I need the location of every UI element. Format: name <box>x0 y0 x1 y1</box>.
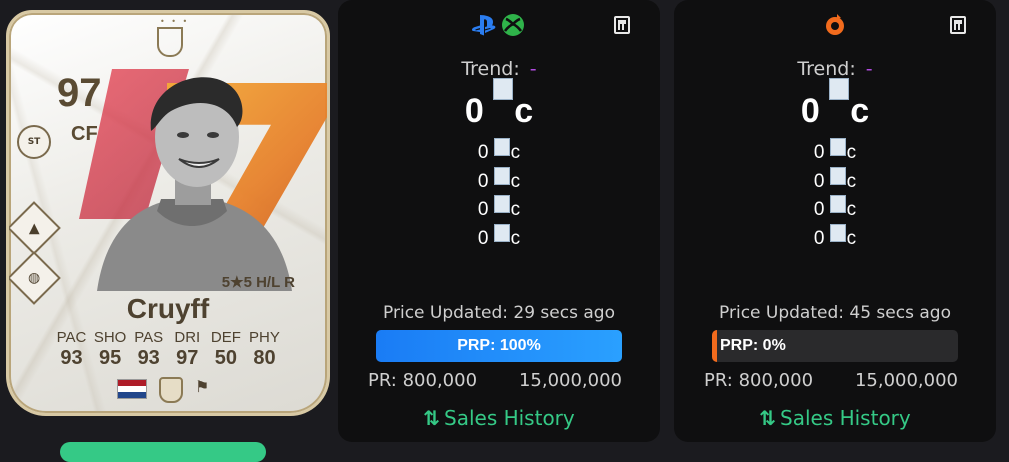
trend-label: Trend: <box>797 58 856 80</box>
trend-row: Trend: - <box>674 58 996 80</box>
prp-progress-bar: PRP: 100% <box>376 330 622 362</box>
coin-icon: c <box>829 138 856 164</box>
stat-values: 93 95 93 97 50 80 <box>53 347 283 370</box>
icon-crest <box>157 27 183 57</box>
stat-labels: PAC SHO PAS DRI DEF PHY <box>53 329 283 346</box>
coin-icon: c <box>493 195 520 221</box>
coin-icon: c <box>829 166 856 193</box>
lowest-price: 0 c <box>338 78 660 131</box>
coin-icon: c <box>829 223 856 250</box>
player-portrait <box>97 77 292 291</box>
coin-icon: c <box>493 78 533 131</box>
price-value: 0 <box>800 92 820 130</box>
list-item: 0 c <box>674 223 996 257</box>
coin-icon: c <box>493 138 520 164</box>
player-card[interactable]: • • • 97 CF ST ▲ ◍ 5★5 H/L R Cruyff PAC … <box>6 10 330 416</box>
skill-weak-foot-workrates: 5★5 H/L R <box>221 274 295 291</box>
price-value: 0 <box>464 92 484 130</box>
coin-icon: c <box>493 166 520 193</box>
player-name: Cruyff <box>126 293 210 324</box>
coin-icon: c <box>493 223 520 250</box>
price-list: 0 c 0 c 0 c 0 c <box>338 138 660 257</box>
coin-icon: c <box>829 78 869 131</box>
price-range-max: 15,000,000 <box>854 370 958 391</box>
club-badge-icon: ⚑ <box>195 377 210 396</box>
stat-label: SHO <box>93 329 127 346</box>
card-rating: 97 <box>57 71 102 115</box>
trend-label: Trend: <box>461 58 520 80</box>
price-updated: Price Updated: 45 secs ago <box>719 303 951 323</box>
trend-value: - <box>529 58 537 80</box>
calculator-icon[interactable] <box>614 16 630 34</box>
stat-value: 80 <box>253 347 276 369</box>
price-range-max: 15,000,000 <box>518 370 622 391</box>
sort-arrows-icon: ⇅ <box>759 406 776 430</box>
prp-fill <box>712 330 717 362</box>
stat-label: DEF <box>210 329 241 346</box>
prp-progress-bar: PRP: 0% <box>712 330 958 362</box>
stat-value: 93 <box>137 347 160 369</box>
stat-value: 95 <box>98 347 122 369</box>
console-price-panel: Trend: - 0 c 0 c 0 c 0 c 0 c Price Updat… <box>338 0 660 442</box>
trend-value: - <box>865 58 873 80</box>
pc-price-panel: Trend: - 0 c 0 c 0 c 0 c 0 c Price Updat… <box>674 0 996 442</box>
stat-label: DRI <box>174 329 201 346</box>
sales-history-link[interactable]: ⇅ Sales History <box>338 406 660 430</box>
price-range-min: PR: 800,000 <box>704 370 814 391</box>
sales-history-label: Sales History <box>780 406 911 430</box>
origin-icon <box>826 14 844 35</box>
alt-position-badge: ST <box>17 125 51 159</box>
prp-label: PRP: 100% <box>457 337 541 354</box>
icons-league-icon <box>159 377 183 403</box>
sort-arrows-icon: ⇅ <box>423 406 440 430</box>
platform-icons <box>674 12 996 38</box>
price-range: PR: 800,000 15,000,000 <box>368 370 622 391</box>
stat-label: PHY <box>249 329 280 346</box>
lowest-price: 0 c <box>674 78 996 131</box>
stat-value: 93 <box>60 347 83 369</box>
crest-stars: • • • <box>160 17 190 26</box>
stat-label: PAC <box>56 329 87 346</box>
stat-value: 50 <box>214 347 237 369</box>
price-range-min: PR: 800,000 <box>368 370 478 391</box>
xbox-icon <box>502 14 524 36</box>
price-updated: Price Updated: 29 secs ago <box>383 303 615 323</box>
stat-value: 97 <box>176 347 199 369</box>
sales-history-label: Sales History <box>444 406 575 430</box>
playstation-icon <box>471 15 496 36</box>
price-range: PR: 800,000 15,000,000 <box>704 370 958 391</box>
prp-label: PRP: 0% <box>720 337 786 354</box>
coin-icon: c <box>829 195 856 221</box>
trend-row: Trend: - <box>338 58 660 80</box>
netherlands-flag-icon <box>117 379 147 399</box>
list-item: 0 c <box>338 223 660 257</box>
calculator-icon[interactable] <box>950 16 966 34</box>
card-position: CF <box>71 123 98 145</box>
stat-label: PAS <box>134 329 164 346</box>
price-list: 0 c 0 c 0 c 0 c <box>674 138 996 257</box>
platform-icons <box>338 12 660 38</box>
sales-history-link[interactable]: ⇅ Sales History <box>674 406 996 430</box>
green-action-button[interactable] <box>60 442 266 462</box>
